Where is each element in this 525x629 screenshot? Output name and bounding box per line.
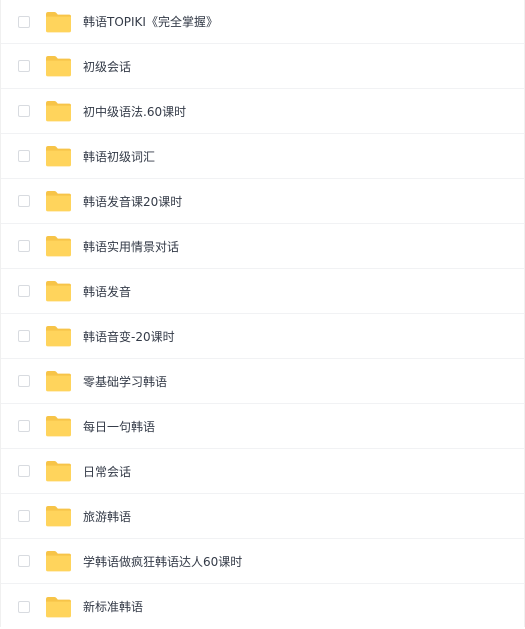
item-checkbox[interactable]: [18, 510, 30, 522]
item-checkbox[interactable]: [18, 15, 30, 28]
item-checkbox[interactable]: [18, 375, 30, 387]
item-name[interactable]: 日常会话: [83, 463, 131, 480]
folder-icon[interactable]: [45, 55, 72, 77]
folder-icon[interactable]: [45, 460, 72, 482]
list-item[interactable]: 韩语音变-20课时: [1, 314, 524, 359]
list-item[interactable]: 韩语初级词汇: [1, 134, 524, 179]
item-checkbox[interactable]: [18, 195, 30, 207]
folder-icon[interactable]: [45, 235, 72, 257]
item-name[interactable]: 韩语发音: [83, 283, 131, 300]
folder-icon[interactable]: [45, 325, 72, 347]
list-item[interactable]: 韩语TOPIKI《完全掌握》: [1, 0, 524, 44]
item-name[interactable]: 韩语TOPIKI《完全掌握》: [83, 13, 218, 30]
folder-icon[interactable]: [45, 190, 72, 212]
item-name[interactable]: 韩语音变-20课时: [83, 328, 175, 345]
folder-icon[interactable]: [45, 145, 72, 167]
list-item[interactable]: 韩语实用情景对话: [1, 224, 524, 269]
item-name[interactable]: 学韩语做疯狂韩语达人60课时: [83, 553, 242, 570]
item-checkbox[interactable]: [18, 150, 30, 162]
folder-icon[interactable]: [45, 100, 72, 122]
item-name[interactable]: 韩语发音课20课时: [83, 193, 182, 210]
folder-icon[interactable]: [45, 505, 72, 527]
list-item[interactable]: 新标准韩语: [1, 584, 524, 629]
item-name[interactable]: 旅游韩语: [83, 508, 131, 525]
folder-icon[interactable]: [45, 415, 72, 437]
list-item[interactable]: 旅游韩语: [1, 494, 524, 539]
item-name[interactable]: 新标准韩语: [83, 598, 143, 615]
folder-icon[interactable]: [45, 11, 72, 33]
item-name[interactable]: 初中级语法.60课时: [83, 103, 186, 120]
folder-icon[interactable]: [45, 596, 72, 618]
item-checkbox[interactable]: [18, 465, 30, 477]
list-item[interactable]: 初中级语法.60课时: [1, 89, 524, 134]
item-name[interactable]: 零基础学习韩语: [83, 373, 167, 390]
item-name[interactable]: 初级会话: [83, 58, 131, 75]
list-item[interactable]: 每日一句韩语: [1, 404, 524, 449]
list-item[interactable]: 韩语发音课20课时: [1, 179, 524, 224]
item-checkbox[interactable]: [18, 420, 30, 432]
list-item[interactable]: 零基础学习韩语: [1, 359, 524, 404]
item-checkbox[interactable]: [18, 555, 30, 567]
item-name[interactable]: 每日一句韩语: [83, 418, 155, 435]
item-name[interactable]: 韩语初级词汇: [83, 148, 155, 165]
item-checkbox[interactable]: [18, 600, 30, 613]
folder-icon[interactable]: [45, 280, 72, 302]
file-list: 韩语TOPIKI《完全掌握》 初级会话 初中级语法.60课时 韩语初级词汇 韩语…: [0, 0, 525, 627]
folder-icon[interactable]: [45, 370, 72, 392]
list-item[interactable]: 初级会话: [1, 44, 524, 89]
item-name[interactable]: 韩语实用情景对话: [83, 238, 179, 255]
list-item[interactable]: 日常会话: [1, 449, 524, 494]
item-checkbox[interactable]: [18, 240, 30, 252]
list-item[interactable]: 学韩语做疯狂韩语达人60课时: [1, 539, 524, 584]
item-checkbox[interactable]: [18, 285, 30, 297]
item-checkbox[interactable]: [18, 105, 30, 117]
item-checkbox[interactable]: [18, 60, 30, 72]
item-checkbox[interactable]: [18, 330, 30, 342]
list-item[interactable]: 韩语发音: [1, 269, 524, 314]
folder-icon[interactable]: [45, 550, 72, 572]
